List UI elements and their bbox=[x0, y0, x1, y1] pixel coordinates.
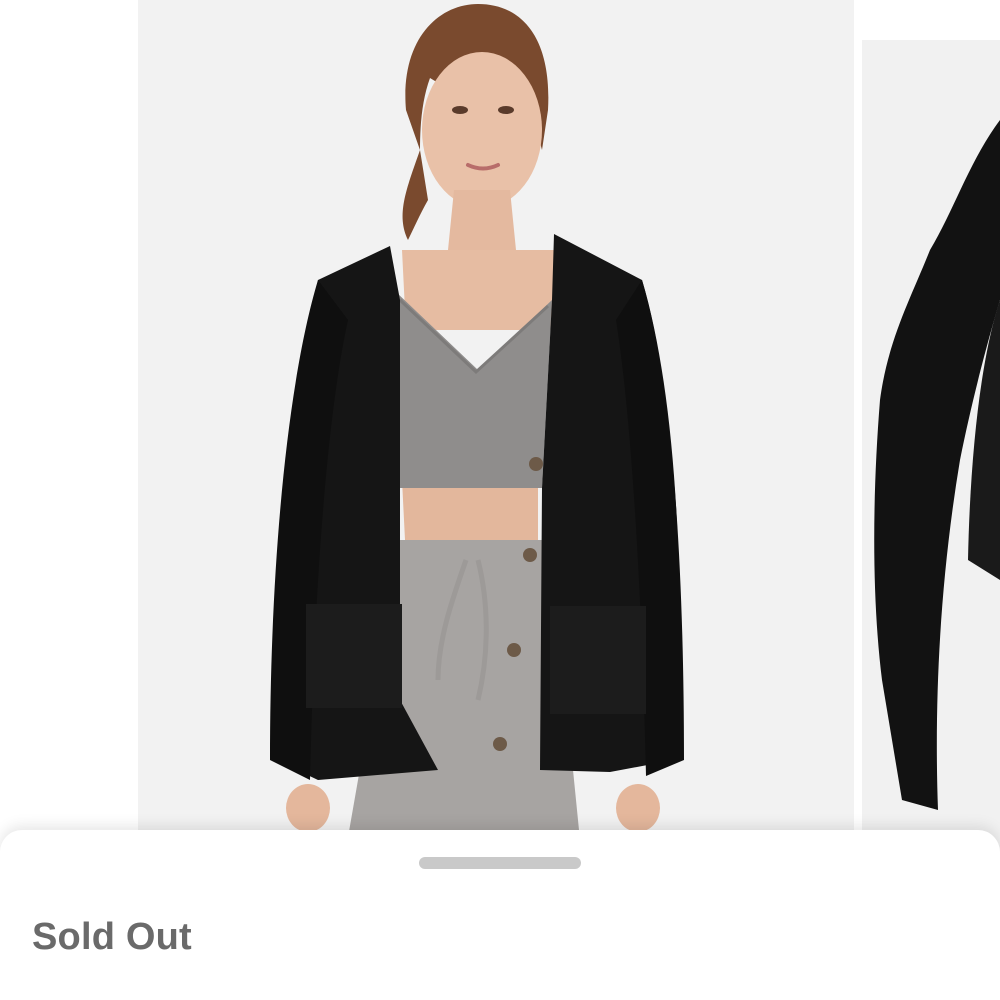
product-photo-next[interactable] bbox=[862, 40, 1000, 860]
model-illustration bbox=[138, 0, 854, 860]
sold-out-label: Sold Out bbox=[32, 916, 192, 958]
product-photo-main[interactable] bbox=[138, 0, 854, 860]
bottom-sheet[interactable]: Sold Out bbox=[0, 830, 1000, 1000]
image-carousel[interactable] bbox=[0, 0, 1000, 860]
sheet-drag-handle[interactable] bbox=[419, 857, 581, 869]
cardigan-illustration bbox=[862, 40, 1000, 860]
